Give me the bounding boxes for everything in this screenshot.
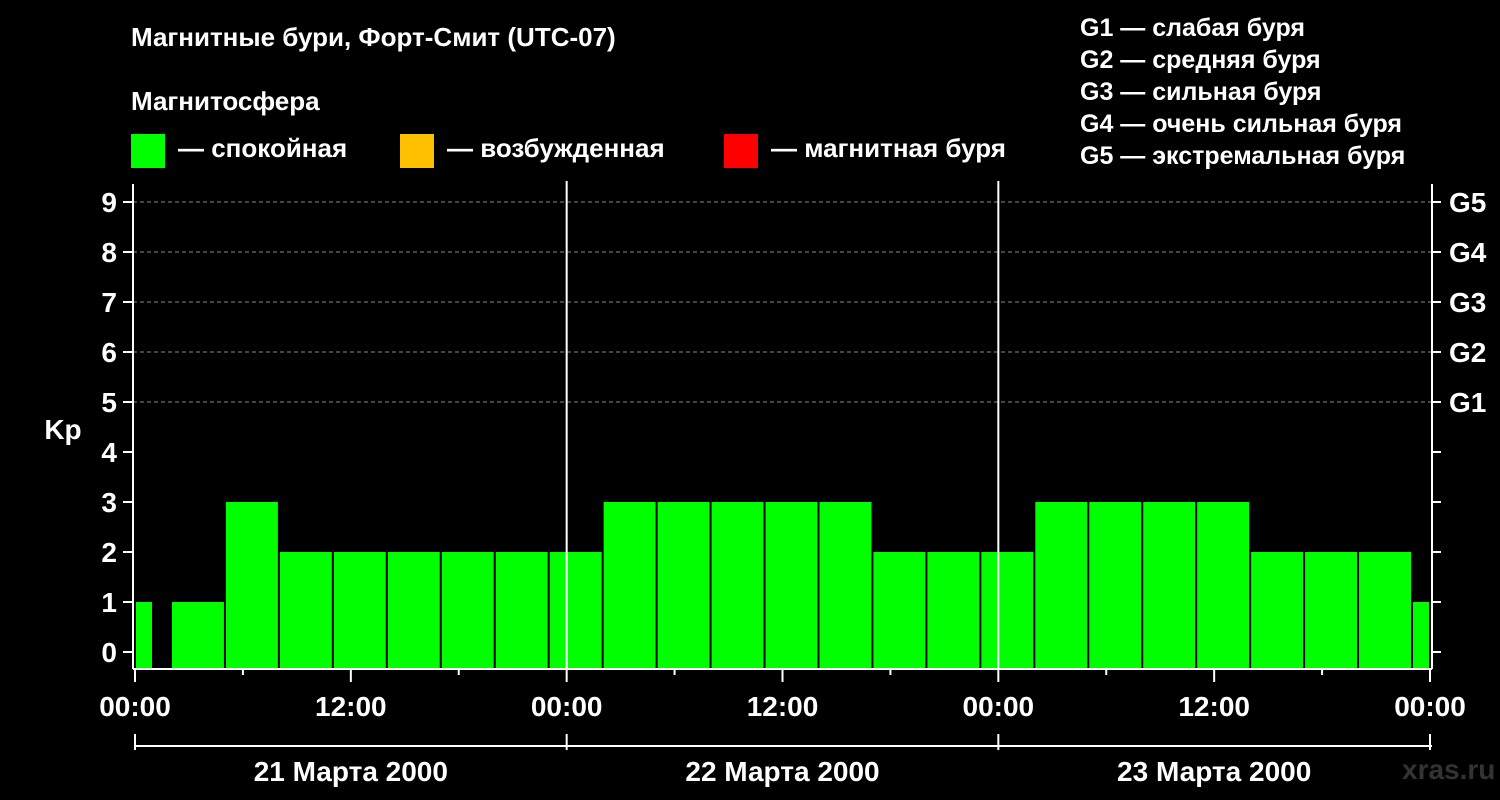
y-tick-label: 0 <box>101 637 117 668</box>
kp-bar <box>1089 502 1142 669</box>
kp-bar <box>1359 552 1412 669</box>
kp-bar <box>225 502 278 669</box>
kp-bar <box>1305 552 1358 669</box>
y-tick-label: 6 <box>101 337 117 368</box>
y-tick-label: 9 <box>101 187 117 218</box>
g-level-label: G3 <box>1449 287 1486 318</box>
x-tick-label: 00:00 <box>963 691 1035 722</box>
y-tick-label: 5 <box>101 387 117 418</box>
y-tick-label: 2 <box>101 537 117 568</box>
kp-bar <box>1143 502 1196 669</box>
kp-bar <box>441 552 494 669</box>
y-tick-label: 8 <box>101 237 117 268</box>
y-tick-label: 7 <box>101 287 117 318</box>
kp-bar <box>1197 502 1250 669</box>
kp-bar <box>1035 502 1088 669</box>
kp-chart: 0 1 2 3 4 5 6 7 8 9 G1 G2 G3 G4 G5 Kp 00:00 12:00 00:00 12:… <box>44 181 1487 787</box>
kp-bar <box>495 552 548 669</box>
x-tick-label: 00:00 <box>531 691 603 722</box>
kp-bar <box>1251 552 1304 669</box>
x-tick-label: 12:00 <box>315 691 387 722</box>
y-axis-label: Kp <box>44 414 81 445</box>
kp-bar <box>387 552 440 669</box>
kp-bar <box>981 552 1034 669</box>
g-level-label: G4 <box>1449 237 1487 268</box>
day-label: 23 Марта 2000 <box>1117 756 1311 787</box>
kp-bar <box>927 552 980 669</box>
x-tick-label: 00:00 <box>99 691 171 722</box>
x-tick-label: 12:00 <box>747 691 819 722</box>
kp-bar <box>657 502 710 669</box>
kp-bar <box>765 502 818 669</box>
kp-bar <box>171 602 224 669</box>
kp-bar <box>1413 602 1429 669</box>
g-level-label: G1 <box>1449 387 1486 418</box>
kp-bar <box>711 502 764 669</box>
kp-bar <box>136 602 152 669</box>
day-label: 21 Марта 2000 <box>254 756 448 787</box>
kp-bar <box>603 502 656 669</box>
kp-bar <box>333 552 386 669</box>
y-tick-label: 3 <box>101 487 117 518</box>
g-level-label: G2 <box>1449 337 1486 368</box>
y-tick-label: 4 <box>101 437 117 468</box>
day-label: 22 Марта 2000 <box>685 756 879 787</box>
kp-bar <box>819 502 872 669</box>
y-tick-label: 1 <box>101 587 117 618</box>
g-level-label: G5 <box>1449 187 1486 218</box>
kp-bar <box>873 552 926 669</box>
kp-bar <box>279 552 332 669</box>
x-tick-label: 00:00 <box>1394 691 1466 722</box>
watermark: xras.ru <box>1402 754 1496 785</box>
kp-bar <box>549 552 602 669</box>
x-tick-label: 12:00 <box>1178 691 1250 722</box>
